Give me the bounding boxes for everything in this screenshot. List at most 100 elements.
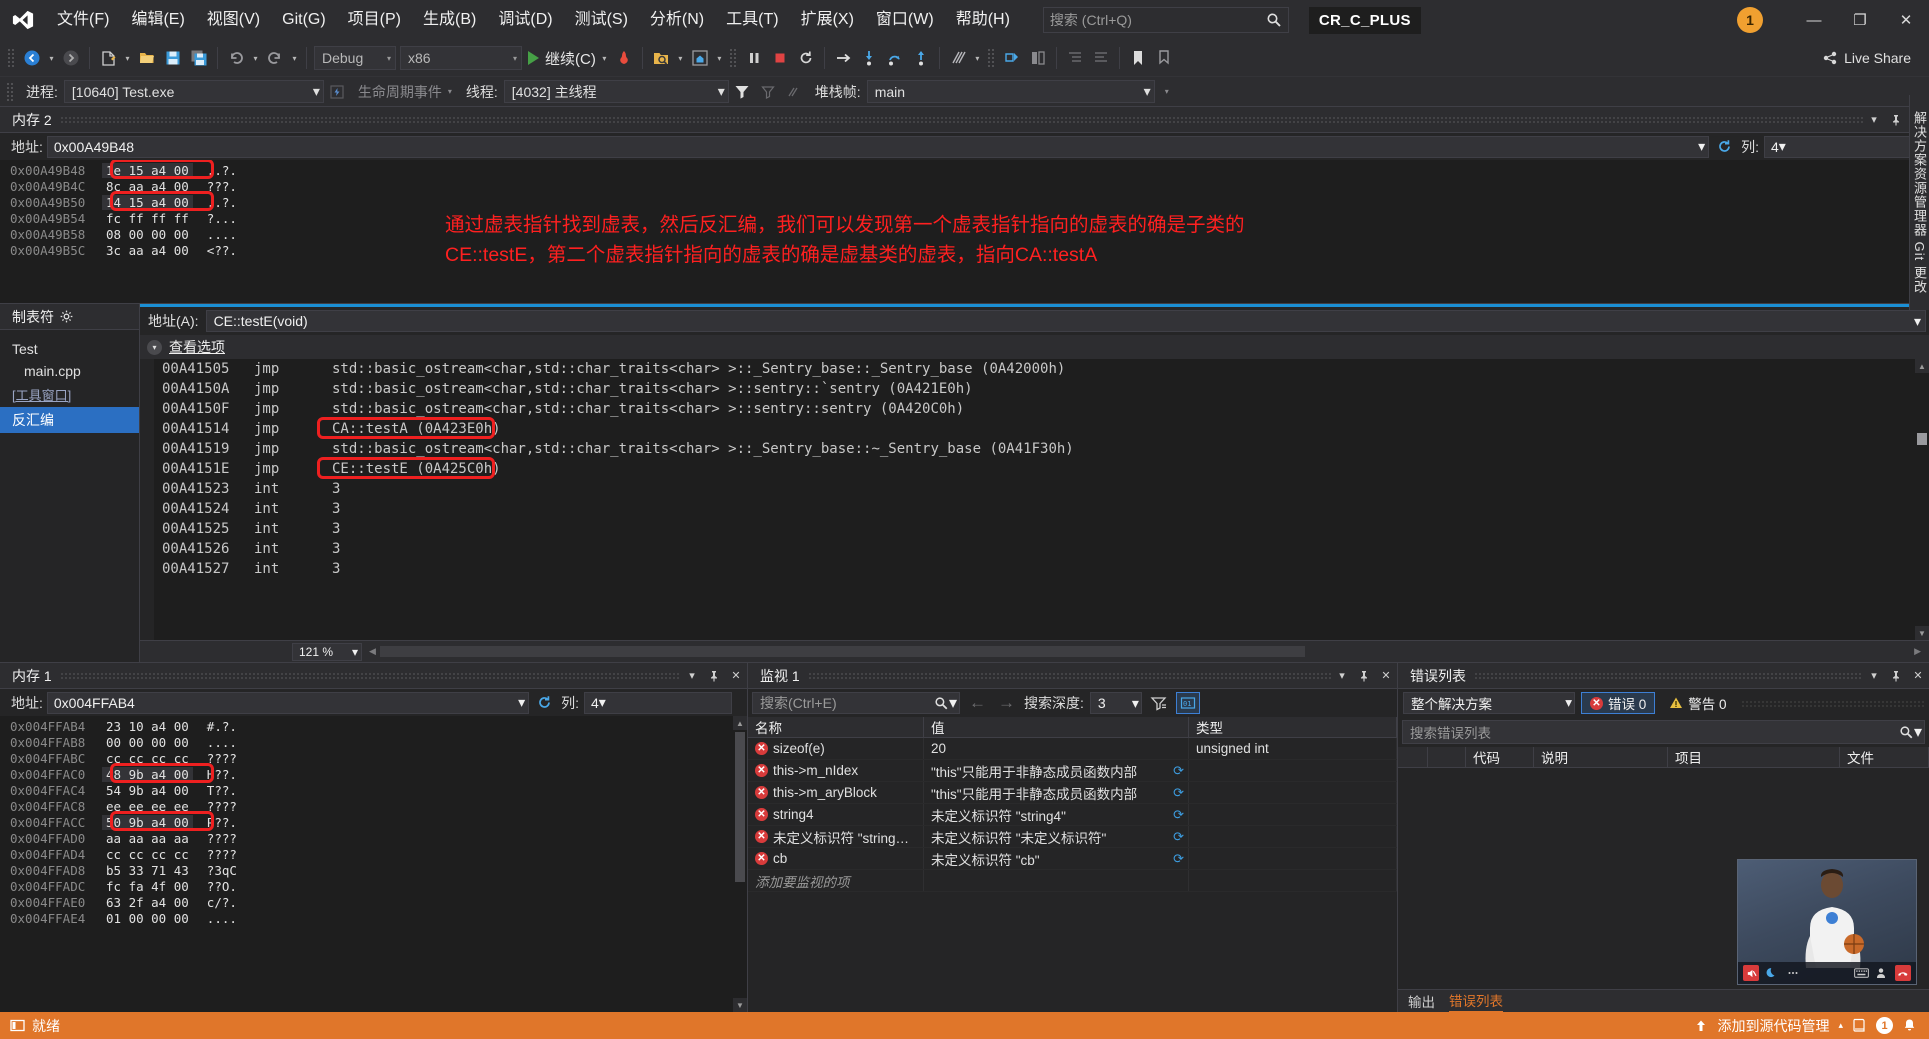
bell-icon[interactable] xyxy=(1902,1018,1917,1033)
memory-2-address-input[interactable]: 0x00A49B48 ▾ xyxy=(46,135,1710,158)
disassembly-line[interactable]: 00A4150A jmp std::basic_ostream<char,std::… xyxy=(154,379,1915,399)
mute-icon[interactable] xyxy=(1743,965,1759,981)
hex-display-icon[interactable]: 01 xyxy=(1175,692,1200,714)
navigate-back-icon[interactable] xyxy=(19,45,45,71)
new-file-icon[interactable] xyxy=(95,45,121,71)
memory-row-bytes[interactable]: 1e 15 a4 00 xyxy=(102,162,193,178)
menu-project[interactable]: 项目(P) xyxy=(337,0,412,40)
save-icon[interactable] xyxy=(160,45,186,71)
disassembly-line[interactable]: 00A41519 jmp std::basic_ostream<char,std::… xyxy=(154,439,1915,459)
error-list-close-button[interactable]: ✕ xyxy=(1907,664,1929,688)
menu-extensions[interactable]: 扩展(X) xyxy=(790,0,865,40)
watch-search-input[interactable]: 搜索(Ctrl+E) ▾ xyxy=(752,692,960,714)
threads-dropdown[interactable]: ▾ xyxy=(971,45,984,71)
new-file-dropdown[interactable]: ▾ xyxy=(121,45,134,71)
pause-icon[interactable] xyxy=(741,45,767,71)
memory-1-address-input[interactable]: 0x004FFAB4 ▾ xyxy=(46,691,530,714)
memory-row[interactable]: 0x00A49B4C 8c aa a4 00???. xyxy=(0,178,1915,194)
step-over-icon[interactable] xyxy=(882,45,908,71)
restore-button[interactable]: ❐ xyxy=(1837,0,1883,40)
memory-2-column-select[interactable]: 4 ▾ xyxy=(1764,135,1912,158)
memory-1-close-button[interactable]: ✕ xyxy=(725,664,747,688)
refresh-icon[interactable]: ⟳ xyxy=(1173,763,1188,779)
scroll-right-icon[interactable]: ▶ xyxy=(1911,646,1929,657)
chevron-up-icon[interactable]: ▴ xyxy=(1838,1020,1843,1031)
menu-view[interactable]: 视图(V) xyxy=(196,0,271,40)
lifecycle-dropdown-icon[interactable]: ▾ xyxy=(448,87,452,96)
watch-row[interactable]: ✕ this->m_aryBlock "this"只能用于非静态成员函数内部 ⟳ xyxy=(748,782,1397,804)
disassembly-address-input[interactable]: CE::testE(void) ▾ xyxy=(205,310,1926,332)
chevron-down-icon[interactable]: ▾ xyxy=(1914,722,1922,742)
search-depth-input[interactable]: 3 ▾ xyxy=(1089,692,1142,714)
memory-row[interactable]: 0x004FFAE0 63 2f a4 00 c/?. xyxy=(0,894,733,910)
disassembly-sidebar-item-0[interactable]: Test xyxy=(0,338,139,360)
stackframe-select[interactable]: main ▾ xyxy=(866,80,1155,103)
tab-error-list[interactable]: 错误列表 xyxy=(1449,990,1503,1013)
watch-row-name[interactable]: ✕ sizeof(e) xyxy=(748,738,924,759)
tab-output[interactable]: 输出 xyxy=(1408,991,1435,1011)
memory-row-bytes[interactable]: 48 9b a4 00 xyxy=(102,766,193,782)
warnings-filter-button[interactable]: 警告 0 xyxy=(1661,692,1734,714)
disassembly-line[interactable]: 00A4150F jmp std::basic_ostream<char,std::… xyxy=(154,399,1915,419)
refresh-icon[interactable]: ⟳ xyxy=(1173,851,1188,867)
lifecycle-events-icon[interactable] xyxy=(324,79,350,105)
memory-row-bytes[interactable]: fc fa 4f 00 xyxy=(102,879,193,894)
debugbar-grip[interactable] xyxy=(6,81,15,102)
disassembly-scrollbar[interactable]: ▲ ▼ xyxy=(1915,359,1929,640)
memory-2-drag-area[interactable] xyxy=(59,116,1863,123)
error-col-description[interactable]: 说明 xyxy=(1534,747,1668,767)
watch-filter-icon[interactable] xyxy=(1148,691,1170,715)
memory-row-bytes[interactable]: cc cc cc cc xyxy=(102,751,193,766)
status-notification-count[interactable]: 1 xyxy=(1876,1017,1893,1034)
memory-row-bytes[interactable]: aa aa aa aa xyxy=(102,831,193,846)
navigate-forward-icon[interactable] xyxy=(58,45,84,71)
error-col-project[interactable]: 项目 xyxy=(1668,747,1840,767)
error-list-pin-button[interactable] xyxy=(1885,664,1907,688)
indent-icon[interactable] xyxy=(1062,45,1088,71)
memory-row-bytes[interactable]: 01 00 00 00 xyxy=(102,911,193,926)
redo-icon[interactable] xyxy=(262,45,288,71)
error-scope-select[interactable]: 整个解决方案 ▾ xyxy=(1403,692,1575,714)
memory-row[interactable]: 0x00A49B50 14 15 a4 00..?. xyxy=(0,194,1915,210)
memory-row[interactable]: 0x004FFAB8 00 00 00 00.... xyxy=(0,734,733,750)
process-select[interactable]: [10640] Test.exe ▾ xyxy=(63,80,324,103)
watch-col-name[interactable]: 名称 xyxy=(748,717,924,737)
disassembly-line[interactable]: 00A41527 int 3 xyxy=(154,559,1915,579)
save-all-icon[interactable] xyxy=(186,45,212,71)
disassembly-line[interactable]: 00A41514 jmp CA::testA (0A423E0h) xyxy=(154,419,1915,439)
memory-row-bytes[interactable]: 54 9b a4 00 xyxy=(102,783,193,798)
memory-row[interactable]: 0x004FFAC4 54 9b a4 00 T??. xyxy=(0,782,733,798)
home-dropdown[interactable]: ▾ xyxy=(713,45,726,71)
lifecycle-label[interactable]: 生命周期事件 xyxy=(358,82,442,102)
error-col-code[interactable]: 代码 xyxy=(1466,747,1534,767)
memory-row[interactable]: 0x004FFABC cc cc cc cc???? xyxy=(0,750,733,766)
person-add-icon[interactable] xyxy=(1874,965,1890,981)
watch-1-menu-button[interactable]: ▾ xyxy=(1331,664,1353,688)
disassembly-line[interactable]: 00A4151E jmp CE::testE (0A425C0h) xyxy=(154,459,1915,479)
live-share-button[interactable]: Live Share xyxy=(1822,50,1911,66)
thread-marker-icon[interactable] xyxy=(781,79,807,105)
memory-row[interactable]: 0x004FFAD4 cc cc cc cc???? xyxy=(0,846,733,862)
error-list-menu-button[interactable]: ▾ xyxy=(1863,664,1885,688)
right-dock-rail[interactable]: 解决方案资源管理器 Git 更改 xyxy=(1909,95,1929,310)
memory-row-bytes[interactable]: cc cc cc cc xyxy=(102,847,193,862)
comment-icon[interactable] xyxy=(1025,45,1051,71)
memory-1-menu-button[interactable]: ▾ xyxy=(681,664,703,688)
disassembly-horizontal-scrollbar[interactable]: ◀ xyxy=(366,644,1908,659)
error-col-file[interactable]: 文件 xyxy=(1840,747,1929,767)
menu-tools[interactable]: 工具(T) xyxy=(715,0,789,40)
restart-icon[interactable] xyxy=(793,45,819,71)
watch-row-value[interactable]: 未定义标识符 "未定义标识符" ⟳ xyxy=(924,826,1189,847)
bookmark-icon[interactable] xyxy=(1125,45,1151,71)
navigate-back-dropdown[interactable]: ▾ xyxy=(45,45,58,71)
threads-icon[interactable] xyxy=(945,45,971,71)
menu-help[interactable]: 帮助(H) xyxy=(945,0,1021,40)
memory-1-refresh-icon[interactable] xyxy=(533,691,555,715)
memory-1-column-select[interactable]: 4 ▾ xyxy=(584,691,732,714)
watch-1-drag-area[interactable] xyxy=(807,672,1331,679)
refresh-icon[interactable]: ⟳ xyxy=(1173,829,1188,845)
memory-row-bytes[interactable]: 63 2f a4 00 xyxy=(102,895,193,910)
disassembly-line[interactable]: 00A41524 int 3 xyxy=(154,499,1915,519)
watch-row-value[interactable]: "this"只能用于非静态成员函数内部 ⟳ xyxy=(924,782,1189,803)
toolbar-grip[interactable] xyxy=(7,48,16,68)
